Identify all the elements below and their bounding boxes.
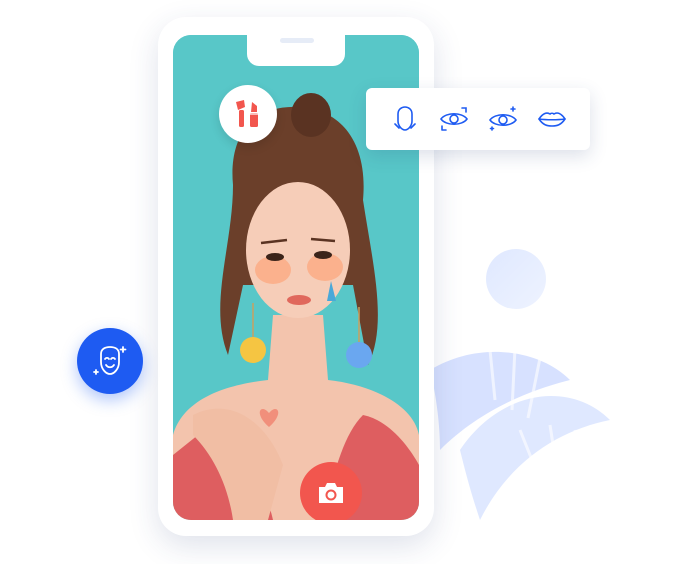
- capture-button[interactable]: [300, 462, 362, 520]
- lips-button[interactable]: [534, 101, 570, 137]
- lips-icon: [537, 112, 566, 127]
- face-shape-icon: [393, 106, 416, 131]
- makeup-button[interactable]: [219, 85, 277, 143]
- camera-icon: [319, 483, 343, 503]
- beauty-face-button[interactable]: [77, 328, 143, 394]
- smiling-face-sparkle-icon: [93, 346, 127, 375]
- beauty-feature-toolbar: [366, 88, 590, 150]
- face-shape-button[interactable]: [387, 101, 423, 137]
- eye-enlarge-icon: [439, 107, 468, 131]
- speaker-bar: [280, 38, 314, 43]
- eye-sparkle-button[interactable]: [485, 101, 521, 137]
- decorative-leaves: [430, 347, 610, 520]
- decorative-circle: [486, 249, 546, 309]
- eye-enlarge-button[interactable]: [436, 101, 472, 137]
- phone-notch: [247, 34, 345, 66]
- makeup-brush-lipstick-icon: [236, 100, 258, 127]
- eye-sparkle-icon: [488, 106, 517, 131]
